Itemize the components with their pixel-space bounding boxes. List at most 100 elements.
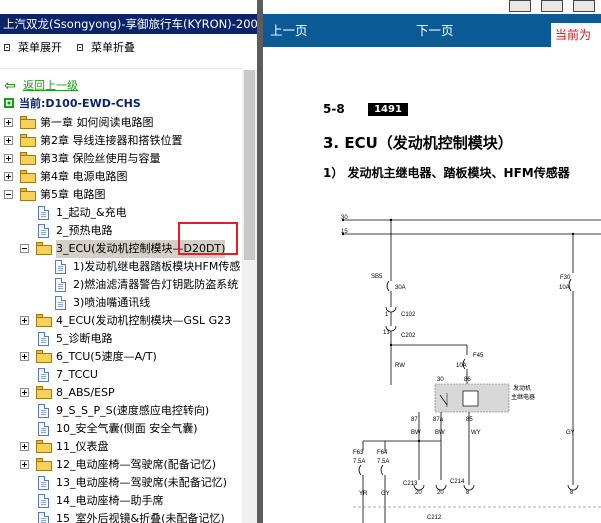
relay-pin-85: 85 — [466, 417, 473, 423]
pin-8: 8 — [466, 490, 470, 496]
tree-item-label: 15_室外后视镜&折叠(未配备记忆) — [56, 512, 225, 523]
collapse-toggle-icon[interactable] — [20, 244, 29, 253]
expand-toggle-icon[interactable] — [4, 154, 13, 163]
wire-bw-label-2: BW — [435, 430, 445, 436]
tree-item-label: 2)燃油滤清器警告灯钥匙防盗系统 — [73, 278, 239, 291]
relay-pin-30: 30 — [437, 377, 444, 383]
tree-item-label: 3)喷油嘴通讯线 — [73, 296, 151, 309]
current-page-indicator: 当前为 — [551, 23, 601, 47]
wire-gy-label-2: GY — [381, 491, 390, 497]
tree-item-label: 10_安全气囊(侧面 安全气囊) — [56, 422, 198, 435]
document-heading: 3. ECU（发动机控制模块） — [323, 134, 513, 152]
tree-item-label: 2_预热电路 — [56, 224, 113, 237]
tree-item-label: 5_诊断电路 — [56, 332, 113, 345]
wiring-diagram: 30 15 SB5 30A 1 C102 13 C202 RW F45 10A — [341, 215, 601, 523]
pin-13-label: 13 — [383, 330, 390, 336]
content-pane: 上一页 下一页 当前为 5-8 1491 3. ECU（发动机控制模块） 1） … — [263, 0, 601, 523]
folder-icon — [36, 242, 52, 255]
tree-item-label: 第3章 保险丝使用与容量 — [40, 152, 161, 165]
divider-line — [0, 68, 242, 69]
tree-item-label: 9_S_S_P_S(速度感应电控转向) — [56, 404, 210, 417]
connector-c214-label: C214 — [450, 479, 465, 485]
tree-item-label: 第5章 电路图 — [40, 188, 106, 201]
folder-icon — [36, 314, 52, 327]
document-icon — [38, 476, 49, 490]
tree-item-label: 6_TCU(5速度—A/T) — [56, 350, 157, 363]
tree-item-label: 7_TCCU — [56, 368, 98, 381]
tree-item-label: 14_电动座椅—助手席 — [56, 494, 164, 507]
document-icon — [38, 332, 49, 346]
expand-toggle-icon[interactable] — [20, 388, 29, 397]
document-icon — [55, 296, 66, 310]
relay-label-2: 主继电器 — [511, 393, 535, 401]
fuse-f30-label: F30 — [560, 275, 571, 281]
expand-toggle-icon[interactable] — [20, 460, 29, 469]
document-icon — [38, 422, 49, 436]
document-icon — [38, 368, 49, 382]
back-arrow-icon: ⇦ — [4, 78, 16, 94]
document-icon — [38, 404, 49, 418]
expand-toggle-icon[interactable] — [4, 118, 13, 127]
document-icon — [38, 206, 49, 220]
wire-wy-label: WY — [471, 430, 481, 436]
pin-8c: 8 — [570, 490, 574, 496]
fuse-sb5-label: SB5 — [371, 274, 383, 280]
tree-item-label: 13_电动座椅—驾驶席(未配备记忆) — [56, 476, 228, 489]
document-subheading: 1） 发动机主继电器、踏板模块、HFM传感器 — [323, 166, 570, 180]
highlight-box — [178, 222, 238, 255]
folder-icon — [36, 458, 52, 471]
collapse-toggle-icon[interactable] — [4, 190, 13, 199]
window-icon[interactable] — [573, 0, 595, 12]
fuse-f45-label: F45 — [473, 353, 484, 359]
tree-item-label: 1)发动机继电器踏板模块HFM传感 — [73, 260, 241, 273]
tree-item-label: 第4章 电源电路图 — [40, 170, 128, 183]
folder-icon — [20, 170, 36, 183]
folder-icon — [36, 350, 52, 363]
wire-gy-label-1: GY — [566, 430, 575, 436]
scrollbar-thumb[interactable] — [244, 70, 255, 260]
folder-icon — [36, 440, 52, 453]
folder-icon — [20, 152, 36, 165]
expand-toggle-icon[interactable] — [20, 316, 29, 325]
tree-item-label: 4_ECU(发动机控制模块—GSL G23 — [56, 314, 232, 327]
expand-toggle-icon[interactable] — [4, 136, 13, 145]
pin-20b: 20 — [437, 490, 444, 496]
connector-c202-label: C202 — [401, 333, 416, 339]
relay-label-1: 发动机 — [513, 384, 531, 392]
connector-c213-label: C213 — [403, 481, 418, 487]
menu-icon — [4, 44, 10, 51]
relay-pin-87a: 87a — [433, 417, 444, 423]
fuse-f63-label: F63 — [353, 450, 364, 456]
expand-toggle-icon[interactable] — [20, 352, 29, 361]
document-icon — [55, 260, 66, 274]
prev-page-button[interactable]: 上一页 — [270, 14, 308, 47]
window-icon[interactable] — [509, 0, 531, 12]
location-icon — [4, 98, 14, 108]
document-icon — [38, 224, 49, 238]
fuse-f30-rating: 10A — [559, 285, 570, 291]
wire-bw-label-1: BW — [411, 430, 421, 436]
document-icon — [55, 278, 66, 292]
fuse-f45-rating: 10A — [456, 363, 467, 369]
window-title: 上汽双龙(Ssongyong)-享御旅行车(KYRON)-200 — [0, 14, 257, 34]
window-icon[interactable] — [541, 0, 563, 12]
relay-pin-87: 87 — [411, 417, 418, 423]
pin-20a: 20 — [415, 490, 422, 496]
next-page-button[interactable]: 下一页 — [416, 14, 454, 47]
document-icon — [38, 494, 49, 508]
tree-item-label: 第一章 如何阅读电路图 — [40, 116, 154, 129]
connector-c102-label: C102 — [401, 312, 416, 318]
page-number-badge: 1491 — [368, 103, 408, 116]
page-nav-bar: 上一页 下一页 当前为 — [263, 14, 601, 47]
menu-icon — [77, 44, 83, 51]
tree-item-label: 第2章 导线连接器和搭铁位置 — [40, 134, 183, 147]
folder-icon — [20, 116, 36, 129]
expand-toggle-icon[interactable] — [20, 442, 29, 451]
tree-item-label: 8_ABS/ESP — [56, 386, 115, 399]
fuse-f64-rating: 7.5A — [377, 459, 389, 465]
folder-icon — [36, 386, 52, 399]
expand-toggle-icon[interactable] — [4, 172, 13, 181]
pin-1-label: 1 — [385, 312, 389, 318]
fuse-f64-label: F64 — [377, 450, 388, 456]
tree-item-label: 1_起动_&充电 — [56, 206, 127, 219]
